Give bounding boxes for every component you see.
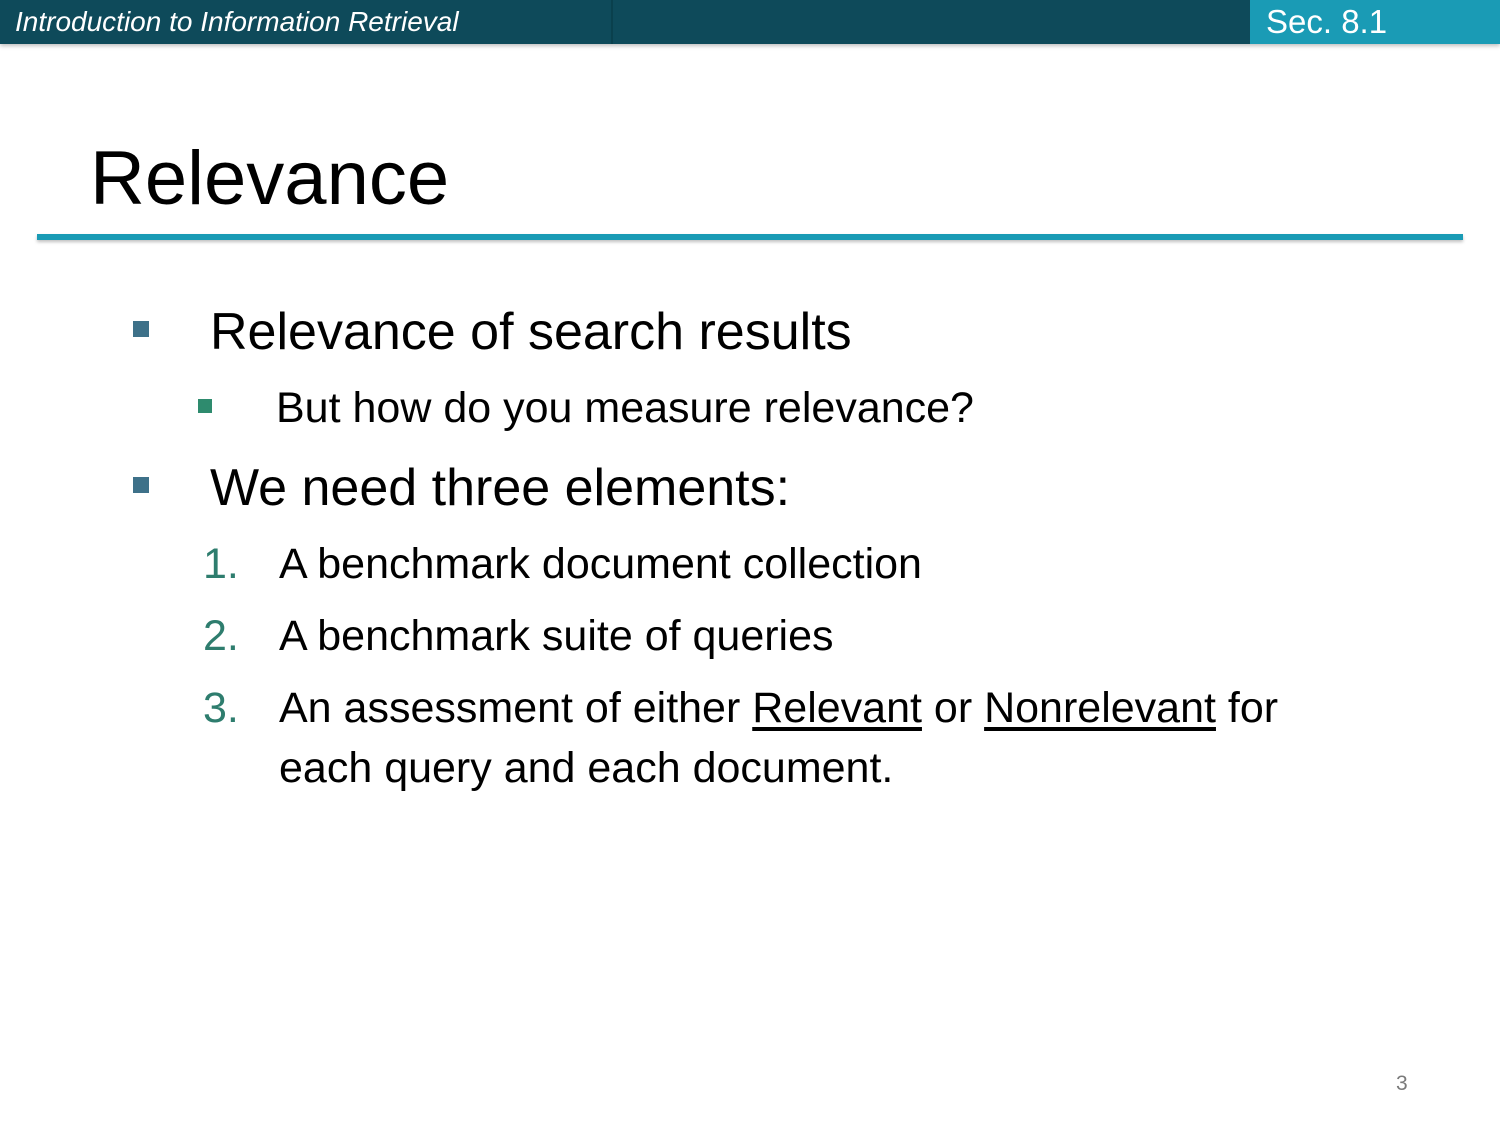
list-number: 2.	[203, 612, 239, 660]
header-bar: Introduction to Information Retrieval Se…	[0, 0, 1500, 44]
course-title: Introduction to Information Retrieval	[15, 6, 459, 37]
nonrelevant-term: Nonrelevant	[984, 684, 1216, 732]
numbered-item-text: A benchmark suite of queries	[279, 612, 834, 660]
section-badge: Sec. 8.1	[1250, 0, 1500, 44]
sub-bullet-text: But how do you measure relevance?	[276, 384, 974, 432]
bullet-square-icon	[133, 477, 149, 493]
bullet-text: We need three elements:	[210, 459, 791, 517]
assessment-prefix: An assessment of either	[279, 684, 753, 732]
slide-title: Relevance	[90, 136, 450, 221]
numbered-item-text: An assessment of either Relevant or Nonr…	[279, 682, 1278, 734]
sub-bullet-square-icon	[198, 399, 212, 413]
numbered-item-continuation: each query and each document.	[279, 744, 894, 792]
assessment-for: for	[1215, 684, 1279, 732]
section-label: Sec. 8.1	[1266, 3, 1388, 40]
header-divider	[611, 0, 613, 44]
title-underline-rule	[37, 234, 1463, 240]
list-number: 1.	[203, 540, 239, 588]
relevant-term: Relevant	[752, 684, 922, 732]
page-number: 3	[1396, 1072, 1408, 1095]
list-number: 3.	[203, 684, 239, 732]
bullet-square-icon	[133, 321, 149, 337]
bullet-text: Relevance of search results	[210, 303, 852, 361]
assessment-or: or	[921, 684, 985, 732]
numbered-item-text: A benchmark document collection	[279, 540, 922, 588]
